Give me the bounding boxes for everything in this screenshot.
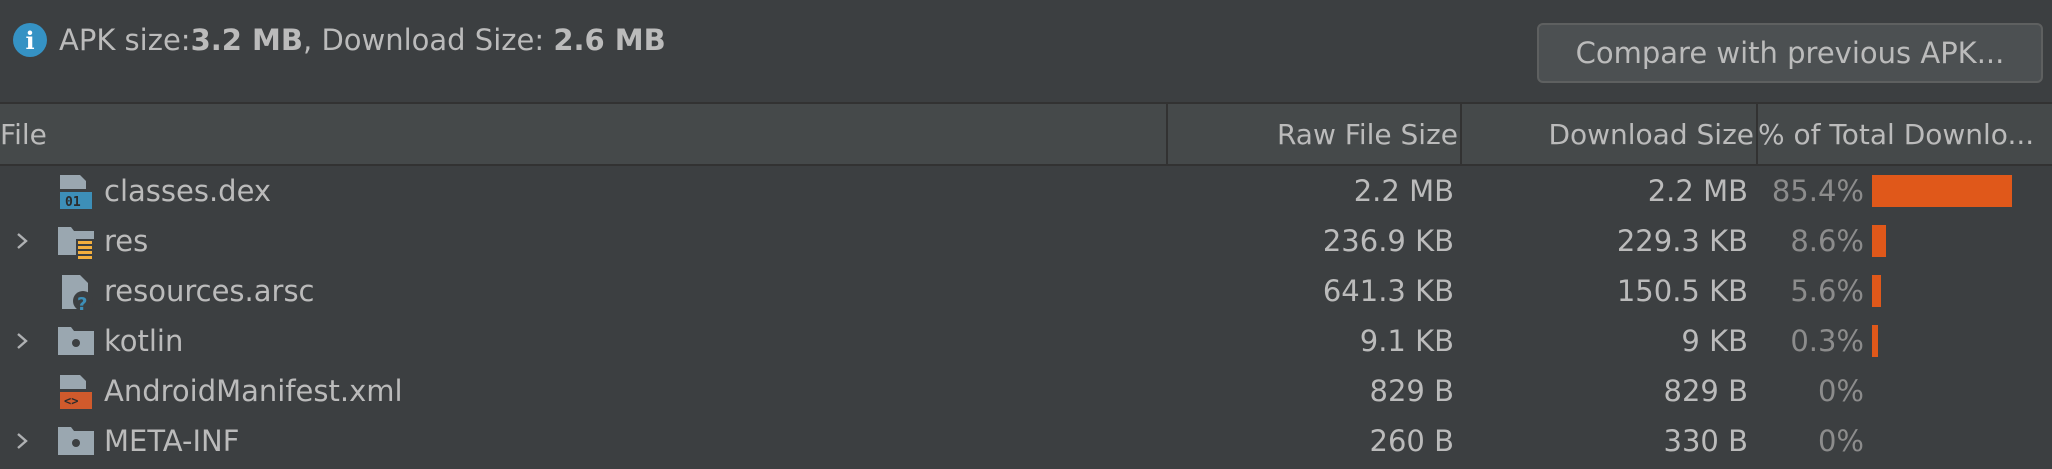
file-name: META-INF [104, 424, 240, 458]
file-name: resources.arsc [104, 274, 315, 308]
percent-of-total: 0% [1817, 424, 1864, 458]
raw-file-size: 2.2 MB [1353, 174, 1454, 208]
svg-text:<>: <> [64, 394, 78, 408]
xml-file-icon: <> [56, 372, 96, 412]
percent-of-total: 8.6% [1790, 224, 1864, 258]
compare-previous-apk-button[interactable]: Compare with previous APK... [1537, 23, 2043, 83]
table-row[interactable]: ? resources.arsc 641.3 KB 150.5 KB 5.6% [0, 266, 2052, 316]
percent-of-total: 85.4% [1771, 174, 1864, 208]
download-size: 330 B [1663, 424, 1748, 458]
download-size-label: Download Size: [321, 23, 554, 57]
svg-text:01: 01 [65, 195, 81, 210]
column-header-file[interactable]: File [0, 104, 1168, 164]
download-size: 829 B [1663, 374, 1748, 408]
download-size: 229.3 KB [1616, 224, 1748, 258]
chevron-right-icon[interactable] [10, 216, 34, 266]
file-name: res [104, 224, 149, 258]
file-name: classes.dex [104, 174, 272, 208]
file-name: kotlin [104, 324, 184, 358]
resource-folder-icon [56, 222, 96, 262]
folder-icon [56, 322, 96, 362]
info-icon: i [13, 23, 47, 57]
summary-separator: , [303, 23, 322, 57]
download-size: 2.2 MB [1647, 174, 1748, 208]
size-bar-track [1872, 325, 2012, 357]
size-bar-track [1872, 175, 2012, 207]
raw-file-size: 260 B [1369, 424, 1454, 458]
size-bar [1872, 275, 1881, 307]
table-row[interactable]: kotlin 9.1 KB 9 KB 0.3% [0, 316, 2052, 366]
column-header-raw-size[interactable]: Raw File Size [1168, 104, 1462, 164]
column-header-download-size[interactable]: Download Size [1462, 104, 1758, 164]
file-name: AndroidManifest.xml [104, 374, 403, 408]
apk-size-value: 3.2 MB [190, 23, 303, 57]
column-header-percent-download[interactable]: % of Total Downlo... [1758, 104, 2052, 164]
apk-size-summary: i APK size: 3.2 MB , Download Size: 2.6 … [12, 18, 666, 62]
table-row[interactable]: res 236.9 KB 229.3 KB 8.6% [0, 216, 2052, 266]
table-row[interactable]: META-INF 260 B 330 B 0% [0, 416, 2052, 466]
download-size: 9 KB [1681, 324, 1748, 358]
chevron-right-icon[interactable] [10, 416, 34, 466]
percent-of-total: 0.3% [1790, 324, 1864, 358]
unknown-file-icon: ? [56, 272, 96, 315]
size-bar-track [1872, 275, 2012, 307]
download-size: 150.5 KB [1616, 274, 1748, 308]
table-header: File Raw File Size Download Size % of To… [0, 104, 2052, 166]
percent-of-total: 5.6% [1790, 274, 1864, 308]
download-size-value: 2.6 MB [553, 23, 666, 57]
dex-file-icon: 01 [56, 172, 96, 212]
apk-size-label: APK size: [59, 23, 191, 57]
size-bar [1872, 325, 1878, 357]
raw-file-size: 829 B [1369, 374, 1454, 408]
raw-file-size: 236.9 KB [1322, 224, 1454, 258]
raw-file-size: 641.3 KB [1322, 274, 1454, 308]
table-row[interactable]: <> AndroidManifest.xml 829 B 829 B 0% [0, 366, 2052, 416]
table-row[interactable]: 01 classes.dex 2.2 MB 2.2 MB 85.4% [0, 166, 2052, 216]
size-bar [1872, 225, 1886, 257]
size-bar [1872, 175, 2012, 207]
percent-of-total: 0% [1817, 374, 1864, 408]
size-bar-track [1872, 225, 2012, 257]
svg-text:?: ? [77, 294, 87, 312]
folder-icon [56, 422, 96, 462]
chevron-right-icon[interactable] [10, 316, 34, 366]
raw-file-size: 9.1 KB [1359, 324, 1454, 358]
